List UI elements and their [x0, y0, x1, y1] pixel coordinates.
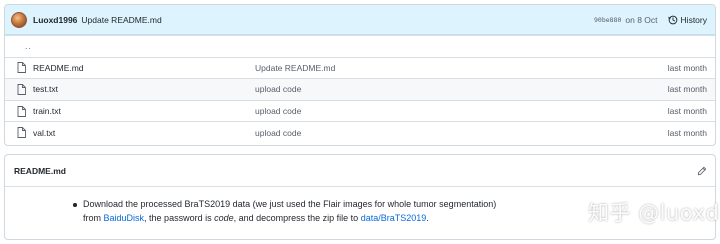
- commit-message[interactable]: Update README.md: [81, 15, 161, 25]
- file-commit-message[interactable]: Update README.md: [255, 63, 335, 73]
- file-icon: [15, 84, 27, 95]
- file-name[interactable]: test.txt: [33, 84, 58, 94]
- table-row[interactable]: train.txt upload code last month: [5, 99, 715, 122]
- commit-author[interactable]: Luoxd1996: [33, 15, 77, 25]
- latest-commit-bar: Luoxd1996 Update README.md 90be880 on 8 …: [5, 5, 715, 35]
- file-commit-message[interactable]: upload code: [255, 106, 301, 116]
- parent-directory-link[interactable]: ..: [15, 41, 32, 51]
- baidudisk-link[interactable]: BaiduDisk: [104, 213, 145, 223]
- table-row[interactable]: README.md Update README.md last month: [5, 56, 715, 79]
- edit-pencil-icon[interactable]: [697, 166, 707, 176]
- readme-header: README.md: [5, 155, 715, 187]
- parent-directory-row[interactable]: ..: [5, 35, 715, 57]
- commit-sha[interactable]: 90be880: [594, 16, 621, 24]
- readme-title: README.md: [14, 165, 66, 176]
- file-browser: Luoxd1996 Update README.md 90be880 on 8 …: [4, 4, 716, 146]
- file-name[interactable]: README.md: [33, 63, 84, 73]
- file-commit-message[interactable]: upload code: [255, 84, 301, 94]
- readme-text: , the password is: [144, 213, 215, 223]
- file-age: last month: [667, 62, 707, 73]
- file-name[interactable]: val.txt: [33, 128, 55, 138]
- watermark: 知乎 @luoxd: [588, 201, 720, 225]
- readme-text: , and decompress the zip file to: [233, 213, 361, 223]
- history-label: History: [680, 14, 707, 25]
- commit-date: on 8 Oct: [625, 14, 658, 25]
- avatar[interactable]: [11, 11, 27, 28]
- readme-text: .: [426, 213, 429, 223]
- file-name[interactable]: train.txt: [33, 106, 61, 116]
- table-row[interactable]: test.txt upload code last month: [5, 78, 715, 100]
- list-item: Download the processed BraTS2019 data (w…: [83, 197, 513, 225]
- file-icon: [15, 105, 27, 117]
- file-icon: [15, 127, 27, 139]
- file-commit-message[interactable]: upload code: [255, 128, 301, 138]
- data-path-link[interactable]: data/BraTS2019: [361, 213, 427, 223]
- file-age: last month: [667, 106, 707, 117]
- history-icon: [667, 15, 677, 24]
- file-icon: [15, 62, 27, 74]
- list-bullet: [73, 203, 77, 207]
- file-age: last month: [667, 127, 707, 138]
- password-emphasis: code: [214, 213, 234, 223]
- file-age: last month: [667, 84, 707, 95]
- table-row[interactable]: val.txt upload code last month: [5, 121, 715, 143]
- history-button[interactable]: History: [667, 14, 707, 25]
